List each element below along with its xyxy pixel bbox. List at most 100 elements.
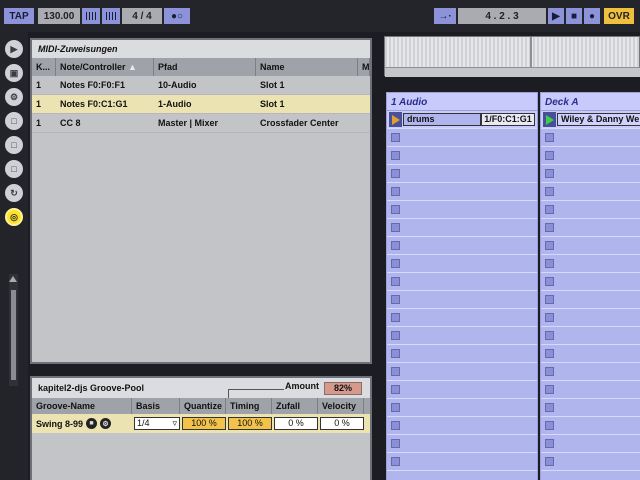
clip-stop-icon[interactable] [391,385,400,394]
clip-stop-icon[interactable] [391,241,400,250]
empty-clip-slot[interactable] [541,399,640,417]
stop-button[interactable]: ■ [566,8,582,24]
clip-stop-icon[interactable] [545,205,554,214]
empty-clip-slot[interactable] [387,183,537,201]
column-header-path[interactable]: Pfad [154,58,256,76]
plugin-icon[interactable]: ⚙ [5,88,23,106]
clip-stop-icon[interactable] [391,205,400,214]
empty-clip-slot[interactable] [387,399,537,417]
clip-stop-icon[interactable] [545,385,554,394]
clip-stop-icon[interactable] [391,187,400,196]
empty-clip-slot[interactable] [387,273,537,291]
target-icon[interactable]: ◎ [5,208,23,226]
commit-groove-icon[interactable]: ⚙ [100,418,112,429]
record-button[interactable]: ● [584,8,600,24]
clip-stop-icon[interactable] [391,403,400,412]
clip-stop-icon[interactable] [391,259,400,268]
clip-stop-icon[interactable] [545,421,554,430]
amount-field[interactable]: 82% [324,382,362,395]
clip-stop-icon[interactable] [545,169,554,178]
clip-stop-icon[interactable] [391,331,400,340]
clip-stop-icon[interactable] [391,313,400,322]
table-row-selected[interactable]: 1 Notes F0:C1:G1 1-Audio Slot 1 [32,95,370,114]
nudge-down-button[interactable] [82,8,100,24]
clip-stop-icon[interactable] [545,349,554,358]
table-row[interactable]: 1 Notes F0:F0:F1 10-Audio Slot 1 [32,76,370,95]
overdub-button[interactable]: OVR [604,8,634,24]
track-title[interactable]: Deck A [541,93,640,111]
empty-clip-slot[interactable] [541,255,640,273]
clip-stop-icon[interactable] [545,133,554,142]
save-groove-icon[interactable]: ■ [86,418,98,429]
clip-stop-icon[interactable] [391,151,400,160]
time-signature-field[interactable]: 4 / 4 [122,8,162,24]
empty-clip-slot[interactable] [541,435,640,453]
table-row[interactable]: 1 CC 8 Master | Mixer Crossfader Center [32,114,370,133]
clip-stop-icon[interactable] [545,313,554,322]
quantize-field[interactable]: 100 % [182,417,226,430]
empty-clip-slot[interactable] [541,291,640,309]
clip-play-icon[interactable] [543,112,556,127]
play-icon[interactable]: ▶ [5,40,23,58]
empty-clip-slot[interactable] [387,363,537,381]
velocity-field[interactable]: 0 % [320,417,364,430]
empty-clip-slot[interactable] [541,129,640,147]
clip-play-icon[interactable] [389,112,402,127]
refresh-icon[interactable]: ↻ [5,184,23,202]
browser-icon[interactable]: ▣ [5,64,23,82]
clip-stop-icon[interactable] [391,457,400,466]
clip-stop-icon[interactable] [391,133,400,142]
empty-clip-slot[interactable] [387,165,537,183]
clip-stop-icon[interactable] [545,331,554,340]
empty-clip-slot[interactable] [541,327,640,345]
groove-row[interactable]: Swing 8-99 ■ ⚙ 1/4 ▿ 100 % 100 % 0 % 0 % [32,414,370,433]
follow-button[interactable]: →· [434,8,456,24]
metronome-button[interactable]: ●○ [164,8,190,24]
clip-stop-icon[interactable] [391,295,400,304]
clip-stop-icon[interactable] [545,403,554,412]
empty-clip-slot[interactable] [387,381,537,399]
overview-ruler[interactable] [384,36,640,77]
scroll-up-icon[interactable] [9,276,17,282]
empty-clip-slot[interactable] [541,165,640,183]
clip-stop-icon[interactable] [391,223,400,232]
empty-clip-slot[interactable] [387,219,537,237]
clip-stop-icon[interactable] [545,295,554,304]
clip-slot[interactable]: drums 1/F0:C1:G1 [387,111,537,129]
column-header-name[interactable]: Name [256,58,358,76]
empty-clip-slot[interactable] [541,345,640,363]
clip-stop-icon[interactable] [545,151,554,160]
empty-clip-slot[interactable] [387,255,537,273]
nudge-up-button[interactable] [102,8,120,24]
play-button[interactable]: ▶ [548,8,564,24]
clip-stop-icon[interactable] [545,187,554,196]
clip-name[interactable]: Wiley & Danny We [557,113,640,126]
empty-clip-slot[interactable] [387,417,537,435]
column-header-note[interactable]: Note/Controller ▲ [56,58,154,76]
clip-stop-icon[interactable] [545,223,554,232]
folder-icon[interactable]: □ [5,136,23,154]
empty-clip-slot[interactable] [387,291,537,309]
empty-clip-slot[interactable] [387,453,537,471]
timing-field[interactable]: 100 % [228,417,272,430]
clip-stop-icon[interactable] [391,421,400,430]
empty-clip-slot[interactable] [541,201,640,219]
empty-clip-slot[interactable] [541,147,640,165]
empty-clip-slot[interactable] [541,183,640,201]
empty-clip-slot[interactable] [387,201,537,219]
column-header-m[interactable]: M [358,58,370,76]
tap-button[interactable]: TAP [4,8,34,24]
zufall-field[interactable]: 0 % [274,417,318,430]
clip-name[interactable]: drums [403,113,481,126]
clip-stop-icon[interactable] [545,439,554,448]
empty-clip-slot[interactable] [541,417,640,435]
empty-clip-slot[interactable] [387,309,537,327]
empty-clip-slot[interactable] [541,363,640,381]
clip-stop-icon[interactable] [391,367,400,376]
clip-stop-icon[interactable] [391,349,400,358]
arrangement-position-field[interactable]: 4 . 2 . 3 [458,8,546,24]
empty-clip-slot[interactable] [541,273,640,291]
scroll-thumb[interactable] [11,290,16,380]
basis-select[interactable]: 1/4 ▿ [134,417,180,430]
folder-icon[interactable]: □ [5,112,23,130]
